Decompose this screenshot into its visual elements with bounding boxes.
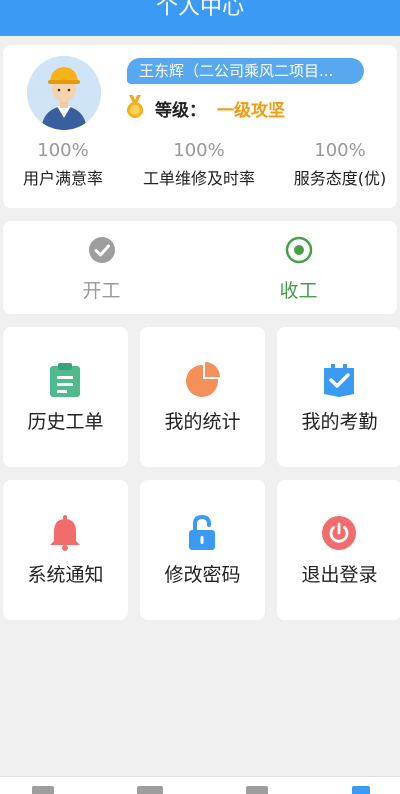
check-circle-icon bbox=[89, 237, 115, 263]
stat-label: 服务态度(优) bbox=[293, 169, 387, 188]
work-status-card: 开工 收工 bbox=[3, 221, 397, 314]
stat-label: 工单维修及时率 bbox=[142, 169, 255, 188]
tile-label: 我的统计 bbox=[164, 411, 241, 433]
stat-satisfaction: 100% 用户满意率 bbox=[5, 139, 121, 191]
profile-card: 王东辉（二公司乘风二项目... 等级： 一级攻坚 100% 用户满意率 100%… bbox=[3, 45, 397, 208]
power-icon bbox=[322, 516, 356, 550]
my-attendance-tile[interactable]: 我的考勤 bbox=[277, 327, 400, 467]
avatar[interactable] bbox=[27, 56, 101, 130]
page-title: 个人中心 bbox=[155, 0, 244, 20]
worker-avatar-icon bbox=[27, 56, 101, 130]
tile-label: 历史工单 bbox=[27, 411, 104, 433]
medal-icon bbox=[127, 95, 143, 118]
stat-value: 100% bbox=[314, 140, 366, 161]
clipboard-icon bbox=[50, 363, 80, 397]
level-label: 等级： bbox=[155, 101, 206, 121]
user-name-badge: 王东辉（二公司乘风二项目... bbox=[127, 58, 364, 84]
start-work-button[interactable]: 开工 bbox=[3, 221, 200, 314]
my-statistics-tile[interactable]: 我的统计 bbox=[140, 327, 265, 467]
history-orders-tile[interactable]: 历史工单 bbox=[3, 327, 128, 467]
stat-timeliness: 100% 工单维修及时率 bbox=[131, 139, 267, 191]
calendar-check-icon bbox=[324, 364, 354, 397]
system-notice-tile[interactable]: 系统通知 bbox=[3, 480, 128, 620]
radio-selected-icon bbox=[285, 236, 313, 264]
tile-label: 我的考勤 bbox=[301, 411, 378, 433]
logout-tile[interactable]: 退出登录 bbox=[277, 480, 400, 620]
bell-icon bbox=[50, 515, 80, 551]
stat-value: 100% bbox=[37, 140, 89, 161]
stat-label: 用户满意率 bbox=[22, 169, 103, 188]
end-work-label: 收工 bbox=[279, 280, 318, 302]
level-value: 一级攻坚 bbox=[217, 101, 285, 121]
start-work-label: 开工 bbox=[82, 280, 121, 302]
stat-attitude: 100% 服务态度(优) bbox=[283, 139, 397, 191]
bottom-tab-bar bbox=[0, 776, 400, 794]
stat-value: 100% bbox=[173, 140, 225, 161]
end-work-button[interactable]: 收工 bbox=[200, 221, 397, 314]
pie-chart-icon bbox=[186, 362, 220, 397]
app-header: 个人中心 bbox=[0, 0, 400, 36]
tile-label: 系统通知 bbox=[27, 564, 104, 586]
unlock-icon bbox=[189, 515, 215, 550]
tile-label: 修改密码 bbox=[164, 564, 241, 586]
tile-label: 退出登录 bbox=[301, 564, 378, 586]
change-password-tile[interactable]: 修改密码 bbox=[140, 480, 265, 620]
